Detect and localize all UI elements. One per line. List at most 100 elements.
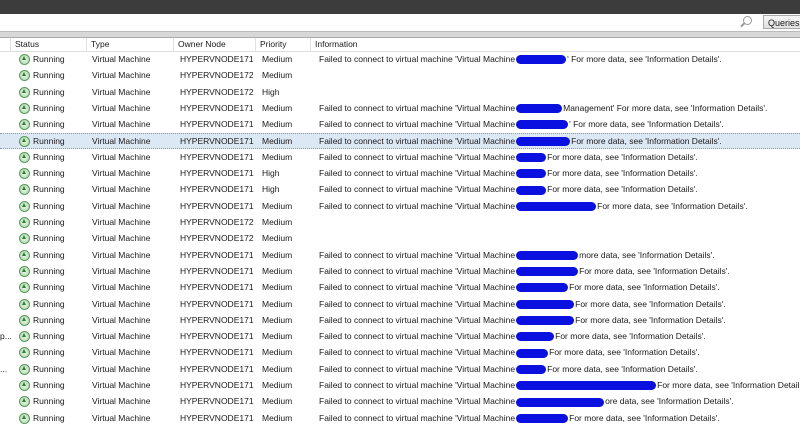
status-cell: Running (33, 200, 65, 211)
info-prefix: Failed to connect to virtual machine 'Vi… (319, 249, 516, 260)
information-cell: Failed to connect to virtual machine 'Vi… (319, 328, 706, 344)
type-cell: Virtual Machine (92, 70, 151, 81)
priority-cell: Medium (262, 363, 293, 374)
information-cell: Failed to connect to virtual machine 'Vi… (319, 247, 715, 263)
table-row[interactable]: Running Virtual Machine HYPERVNODE171 Mediu… (0, 296, 800, 312)
info-suffix: more data, see 'Information Details'. (579, 249, 715, 260)
table-row[interactable]: Running Virtual Machine HYPERVNODE171 Mediu… (0, 393, 800, 409)
table-row[interactable]: Running Virtual Machine HYPERVNODE171 Mediu… (0, 410, 800, 426)
table-row[interactable]: Running Virtual Machine HYPERVNODE171 Mediu… (0, 344, 800, 360)
queries-button[interactable]: Queries (763, 15, 800, 29)
table-row[interactable]: Running Virtual Machine HYPERVNODE172 Mediu… (0, 230, 800, 246)
column-header-owner-node[interactable]: Owner Node (173, 38, 255, 51)
running-status-icon (19, 412, 30, 424)
owner-node-cell: HYPERVNODE172 (180, 233, 254, 244)
owner-node-cell: HYPERVNODE171 (180, 314, 254, 325)
status-cell: Running (33, 249, 65, 260)
owner-node-cell: HYPERVNODE171 (180, 102, 254, 113)
owner-node-cell: HYPERVNODE172 (180, 86, 254, 97)
table-row[interactable]: Running Virtual Machine HYPERVNODE171 Mediu… (0, 377, 800, 393)
table-row[interactable]: Running Virtual Machine HYPERVNODE171 Mediu… (0, 198, 800, 214)
table-row[interactable]: p... Running Virtual Machine HYPERVNODE171 M… (0, 328, 800, 344)
table-row[interactable]: Running Virtual Machine HYPERVNODE171 Mediu… (0, 312, 800, 328)
redaction-mark (516, 381, 657, 391)
owner-node-cell: HYPERVNODE172 (180, 217, 254, 227)
info-suffix: For more data, see 'Information Details'… (547, 151, 698, 162)
owner-node-cell: HYPERVNODE171 (180, 151, 254, 162)
running-status-icon (19, 298, 30, 310)
search-icon[interactable] (743, 16, 752, 25)
redaction-mark (516, 283, 569, 293)
status-cell: Running (33, 233, 65, 244)
info-prefix: Failed to connect to virtual machine 'Vi… (319, 119, 516, 130)
table-row[interactable]: Running Virtual Machine HYPERVNODE171 Mediu… (0, 116, 800, 132)
redaction-mark (516, 185, 547, 195)
truncated-cell: p... (0, 331, 12, 342)
status-cell: Running (33, 347, 65, 358)
column-header-priority[interactable]: Priority (255, 38, 310, 51)
column-header-type[interactable]: Type (86, 38, 173, 51)
table-row[interactable]: Running Virtual Machine HYPERVNODE172 Mediu… (0, 67, 800, 83)
owner-node-cell: HYPERVNODE171 (180, 119, 254, 130)
owner-node-cell: HYPERVNODE171 (180, 380, 254, 390)
redaction-mark (516, 201, 597, 211)
redaction-mark (516, 169, 547, 179)
type-cell: Virtual Machine (92, 102, 151, 113)
type-cell: Virtual Machine (92, 168, 151, 179)
info-prefix: Failed to connect to virtual machine 'Vi… (319, 168, 516, 179)
redaction-mark (516, 397, 605, 407)
table-row[interactable]: Running Virtual Machine HYPERVNODE172 Mediu… (0, 214, 800, 230)
priority-cell: Medium (262, 233, 293, 244)
search-input[interactable] (0, 15, 761, 31)
info-prefix: Failed to connect to virtual machine 'Vi… (319, 380, 516, 390)
type-cell: Virtual Machine (92, 200, 151, 211)
redaction-mark (516, 316, 575, 326)
table-row[interactable]: Running Virtual Machine HYPERVNODE171 Mediu… (0, 247, 800, 263)
owner-node-cell: HYPERVNODE171 (180, 135, 254, 146)
information-cell: Failed to connect to virtual machine 'Vi… (319, 149, 698, 165)
column-header-status[interactable]: Status (10, 38, 87, 51)
priority-cell: Medium (262, 217, 293, 227)
redaction-mark (516, 348, 549, 358)
table-row[interactable]: Running Virtual Machine HYPERVNODE171 Mediu… (0, 51, 800, 67)
info-suffix: For more data, see 'Information Details'… (657, 380, 800, 390)
table-row[interactable]: Running Virtual Machine HYPERVNODE171 Mediu… (0, 100, 800, 116)
info-suffix: For more data, see 'Information Details'… (575, 298, 726, 309)
priority-cell: Medium (262, 347, 293, 358)
table-row[interactable]: Running Virtual Machine HYPERVNODE171 Mediu… (0, 279, 800, 295)
information-cell: Failed to connect to virtual machine 'Vi… (319, 263, 730, 279)
priority-cell: Medium (262, 135, 293, 146)
search-bar: Queries (0, 14, 800, 32)
running-status-icon (19, 347, 30, 359)
table-row[interactable]: Running Virtual Machine HYPERVNODE171 Mediu… (0, 132, 800, 149)
running-status-icon (19, 135, 30, 147)
information-cell: Failed to connect to virtual machine 'Vi… (319, 100, 767, 116)
info-prefix: Failed to connect to virtual machine 'Vi… (319, 151, 516, 162)
information-cell: Failed to connect to virtual machine 'Vi… (319, 296, 726, 312)
type-cell: Virtual Machine (92, 233, 151, 244)
status-cell: Running (33, 151, 65, 162)
running-status-icon (19, 265, 30, 277)
priority-cell: Medium (262, 396, 293, 407)
owner-node-cell: HYPERVNODE171 (180, 331, 254, 342)
table-row[interactable]: Running Virtual Machine HYPERVNODE171 Mediu… (0, 263, 800, 279)
info-prefix: Failed to connect to virtual machine 'Vi… (319, 363, 516, 374)
table-row[interactable]: Running Virtual Machine HYPERVNODE171 High F… (0, 165, 800, 181)
information-cell: Failed to connect to virtual machine 'Vi… (319, 344, 700, 360)
owner-node-cell: HYPERVNODE171 (180, 249, 254, 260)
running-status-icon (19, 233, 30, 245)
info-prefix: Failed to connect to virtual machine 'Vi… (319, 396, 516, 407)
redaction-mark (516, 55, 567, 65)
owner-node-cell: HYPERVNODE171 (180, 282, 254, 293)
running-status-icon (19, 200, 30, 212)
running-status-icon (19, 380, 30, 391)
info-suffix: For more data, see 'Information Details'… (579, 265, 730, 276)
table-row[interactable]: Running Virtual Machine HYPERVNODE171 Mediu… (0, 149, 800, 165)
table-row[interactable]: ... Running Virtual Machine HYPERVNODE171 Me… (0, 361, 800, 377)
owner-node-cell: HYPERVNODE172 (180, 70, 254, 81)
table-row[interactable]: Running Virtual Machine HYPERVNODE171 High F… (0, 181, 800, 197)
info-suffix: For more data, see 'Information Details'… (547, 184, 698, 195)
column-header-information[interactable]: Information (310, 38, 800, 51)
table-row[interactable]: Running Virtual Machine HYPERVNODE172 High (0, 84, 800, 100)
running-status-icon (19, 151, 30, 163)
